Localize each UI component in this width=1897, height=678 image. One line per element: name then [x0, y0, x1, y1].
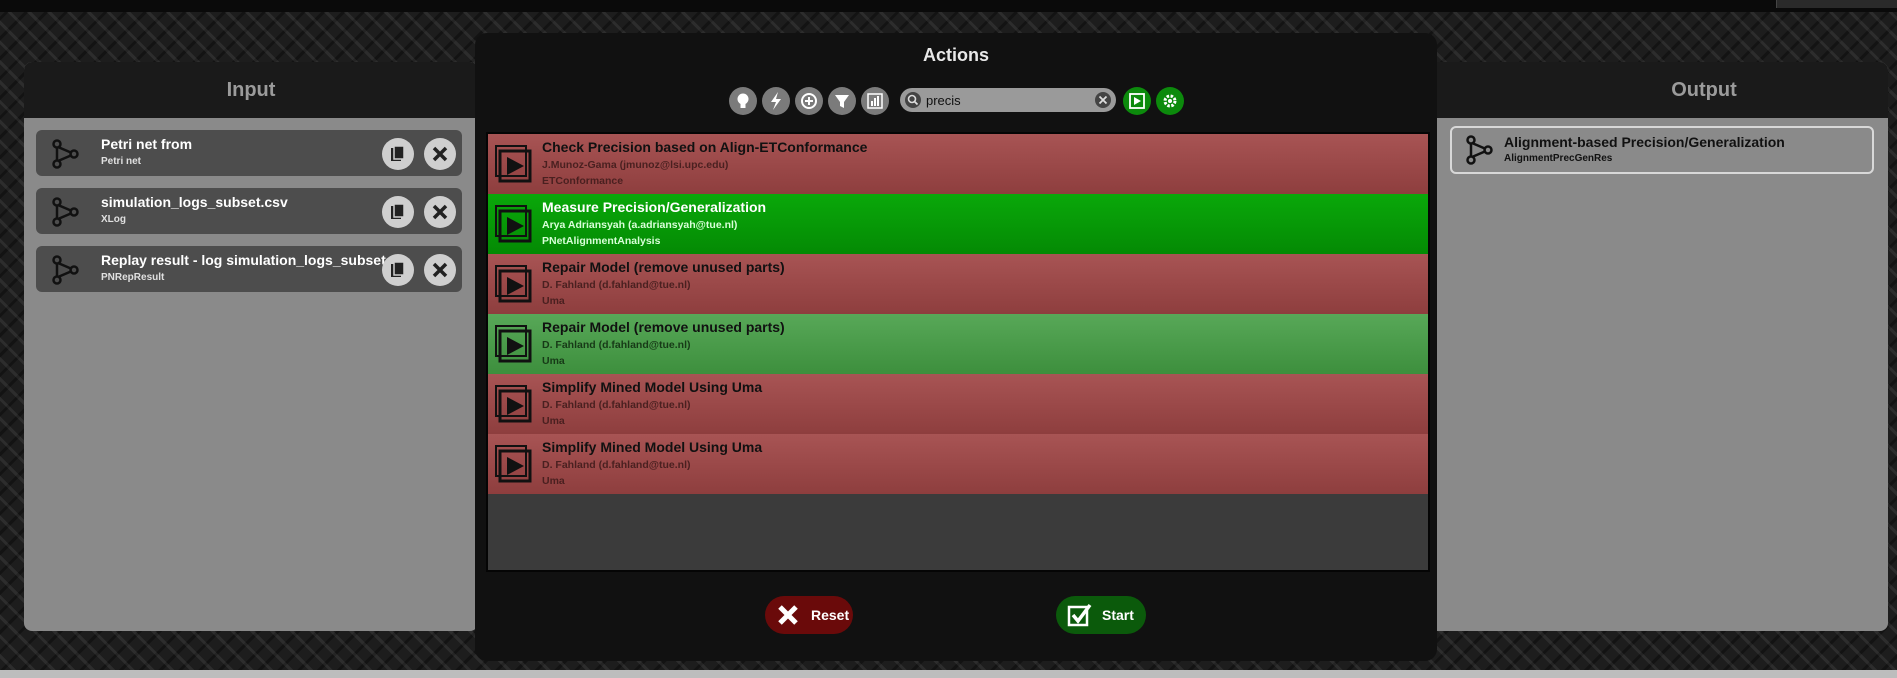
chart-filter-button[interactable] — [861, 87, 889, 115]
search-icon — [905, 92, 921, 108]
input-item-name: Replay result - log simulation_logs_subs… — [101, 252, 410, 268]
petri-net-icon — [52, 197, 79, 227]
action-author: D. Fahland (d.fahland@tue.nl) — [542, 279, 691, 291]
filter-icon — [835, 95, 849, 108]
plus-circle-icon — [801, 93, 817, 109]
show-in-view-button[interactable] — [1123, 87, 1151, 115]
chart-icon — [867, 93, 883, 109]
dialog-title: Actions — [922, 45, 989, 65]
action-name: Simplify Mined Model Using Uma — [542, 379, 763, 395]
action-row[interactable]: Check Precision based on Align-ETConform… — [488, 134, 1428, 194]
remove-button[interactable] — [424, 254, 456, 286]
input-item-type: PNRepResult — [101, 272, 165, 283]
copy-icon — [391, 145, 405, 161]
clear-search-icon[interactable] — [1094, 91, 1112, 109]
action-row[interactable]: Repair Model (remove unused parts) D. Fah… — [488, 314, 1428, 374]
action-row[interactable]: Repair Model (remove unused parts) D. Fah… — [488, 254, 1428, 314]
action-author: D. Fahland (d.fahland@tue.nl) — [542, 339, 691, 351]
action-play-icon — [495, 325, 532, 363]
input-item-replay-result[interactable]: Replay result - log simulation_logs_subs… — [36, 246, 462, 292]
close-icon — [432, 146, 448, 162]
filter-button[interactable] — [828, 87, 856, 115]
petri-net-icon — [52, 139, 79, 169]
settings-button[interactable] — [1156, 87, 1184, 115]
action-package: ETConformance — [542, 175, 624, 187]
action-package: PNetAlignmentAnalysis — [542, 235, 661, 247]
play-window-icon — [1129, 93, 1145, 109]
copy-icon — [391, 261, 405, 277]
action-package: Uma — [542, 415, 565, 427]
action-name: Simplify Mined Model Using Uma — [542, 439, 763, 455]
input-item-type: Petri net — [101, 156, 142, 167]
x-mark-icon — [778, 605, 798, 625]
output-panel-title: Output — [1420, 62, 1888, 118]
input-item-log[interactable]: simulation_logs_subset.csv XLog — [36, 188, 462, 234]
close-icon — [432, 204, 448, 220]
action-play-icon — [495, 145, 532, 183]
copy-button[interactable] — [382, 254, 414, 286]
lightning-icon — [771, 92, 781, 110]
copy-icon — [391, 203, 405, 219]
top-bar-corner — [1776, 0, 1897, 8]
action-package: Uma — [542, 475, 565, 487]
action-play-icon — [495, 205, 532, 243]
search-box — [900, 88, 1116, 112]
input-item-name: simulation_logs_subset.csv — [101, 194, 288, 210]
lightbulb-icon — [737, 93, 749, 108]
input-panel-title: Input — [24, 62, 478, 118]
add-filter-button[interactable] — [795, 87, 823, 115]
action-author: Arya Adriansyah (a.adriansyah@tue.nl) — [542, 219, 738, 231]
action-package: Uma — [542, 295, 565, 307]
gear-icon — [1163, 94, 1177, 108]
action-author: D. Fahland (d.fahland@tue.nl) — [542, 459, 691, 471]
action-row[interactable]: Simplify Mined Model Using Uma D. Fahland… — [488, 374, 1428, 434]
input-item-type: XLog — [101, 214, 126, 225]
action-package: Uma — [542, 355, 565, 367]
remove-button[interactable] — [424, 196, 456, 228]
output-item-type: AlignmentPrecGenRes — [1504, 153, 1613, 164]
output-item-precision-result[interactable]: Alignment-based Precision/Generalization… — [1450, 126, 1874, 174]
input-panel: Input Petri net from Petri net simulatio… — [24, 62, 478, 631]
bottom-bar — [0, 670, 1897, 678]
copy-button[interactable] — [382, 196, 414, 228]
action-play-icon — [495, 265, 532, 303]
action-row[interactable]: Simplify Mined Model Using Uma D. Fahland… — [488, 434, 1428, 494]
action-name: Measure Precision/Generalization — [542, 199, 767, 215]
output-item-name: Alignment-based Precision/Generalization — [1504, 134, 1785, 150]
reset-button[interactable]: Reset — [765, 596, 853, 634]
actions-dialog: Actions Check Precision based on Align-E… — [475, 33, 1437, 661]
search-input[interactable] — [926, 91, 1086, 109]
petri-net-icon — [1466, 135, 1493, 165]
action-name: Repair Model (remove unused parts) — [542, 319, 785, 335]
lightbulb-filter-button[interactable] — [729, 87, 757, 115]
output-panel: Output Alignment-based Precision/General… — [1420, 62, 1888, 631]
input-item-name: Petri net from — [101, 136, 193, 152]
input-item-petri-net[interactable]: Petri net from Petri net — [36, 130, 462, 176]
action-name: Repair Model (remove unused parts) — [542, 259, 785, 275]
action-list: Check Precision based on Align-ETConform… — [486, 132, 1430, 572]
action-author: D. Fahland (d.fahland@tue.nl) — [542, 399, 691, 411]
checkbox-icon — [1067, 603, 1092, 627]
action-name: Check Precision based on Align-ETConform… — [542, 139, 868, 155]
remove-button[interactable] — [424, 138, 456, 170]
action-author: J.Munoz-Gama (jmunoz@lsi.upc.edu) — [542, 159, 729, 171]
start-label: Start — [1102, 607, 1134, 623]
lightning-filter-button[interactable] — [762, 87, 790, 115]
petri-net-icon — [52, 255, 79, 285]
action-row[interactable]: Measure Precision/Generalization Arya Adr… — [488, 194, 1428, 254]
start-button[interactable]: Start — [1056, 596, 1146, 634]
action-play-icon — [495, 445, 532, 483]
copy-button[interactable] — [382, 138, 414, 170]
close-icon — [432, 262, 448, 278]
top-bar — [0, 0, 1897, 12]
reset-label: Reset — [811, 607, 850, 623]
action-play-icon — [495, 385, 532, 423]
